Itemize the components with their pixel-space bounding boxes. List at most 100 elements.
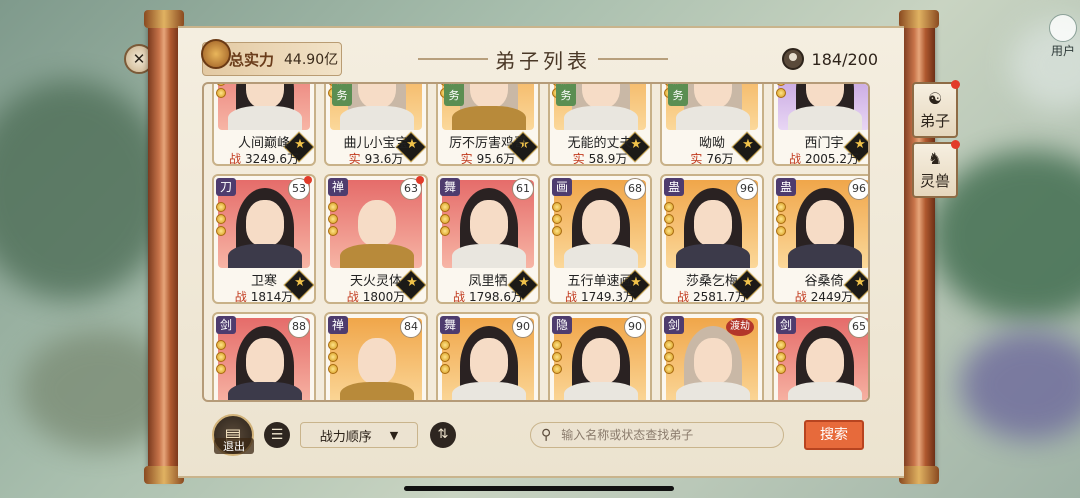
realm-pill-icon bbox=[776, 214, 786, 224]
disciple-count-value: 184/200 bbox=[811, 49, 878, 69]
disciple-count: 184/200 bbox=[781, 48, 878, 70]
disciple-stat: 实 95.6万 bbox=[438, 150, 538, 166]
tab-disciples-label: 弟子 bbox=[919, 112, 950, 130]
disciple-card[interactable]: 舞 61 凤里牺战 1798.6万 bbox=[436, 174, 540, 304]
disciple-card[interactable]: 蛊 96 莎桑乞梅战 2581.7万 bbox=[660, 174, 764, 304]
disciple-card[interactable]: 隐 90 bbox=[548, 312, 652, 400]
disciple-card[interactable]: 画 68 五行单速画战 1749.3万 bbox=[548, 174, 652, 304]
disciple-card[interactable]: 舞 90 bbox=[436, 312, 540, 400]
realm-pill-icon bbox=[440, 340, 450, 350]
realm-pills bbox=[328, 202, 338, 236]
realm-pill-icon bbox=[552, 364, 562, 374]
disciple-card[interactable]: 刀53卫寒战1814万 bbox=[212, 174, 316, 304]
tab-disciples[interactable]: ☯ 弟子 bbox=[912, 80, 960, 138]
portrait-face bbox=[358, 200, 396, 246]
realm-pills bbox=[552, 340, 562, 374]
sect-tag: 剑 bbox=[216, 316, 236, 334]
stat-value: 76万 bbox=[706, 152, 734, 166]
portrait-face bbox=[582, 338, 620, 384]
sort-select-label: 战力顺序 bbox=[319, 429, 372, 445]
realm-pills bbox=[440, 202, 450, 236]
realm-pill-icon bbox=[328, 352, 338, 362]
realm-pill-icon bbox=[552, 340, 562, 350]
disciple-card[interactable]: 禅63天火灵体战1800万 bbox=[324, 174, 428, 304]
level-badge: 68 bbox=[624, 178, 646, 200]
realm-pill-icon bbox=[664, 214, 674, 224]
realm-pill-icon bbox=[664, 226, 674, 236]
user-icon bbox=[1049, 14, 1077, 42]
sect-tag: 禅 bbox=[328, 316, 348, 334]
disciple-card[interactable]: 剑 渡劫 bbox=[660, 312, 764, 400]
level-badge: 88 bbox=[288, 316, 310, 338]
realm-pill-icon bbox=[776, 364, 786, 374]
scroll-rod-left bbox=[144, 10, 184, 484]
panel-header: 总实力 44.90亿 弟子列表 184/200 bbox=[178, 28, 904, 82]
disciple-name: 谷桑倚 bbox=[804, 274, 844, 289]
search-input[interactable] bbox=[561, 428, 783, 442]
disciple-grid-viewport[interactable]: 舞91人间巅峰战3249.6万禅100庶务胶动曲儿小宝宝实93.6万隐100庶务… bbox=[202, 82, 870, 402]
disciple-card[interactable]: 符85西门宇战2005.2万 bbox=[772, 84, 868, 166]
total-power-value: 44.90亿 bbox=[284, 52, 339, 68]
portrait-body bbox=[340, 244, 414, 268]
disciple-card[interactable]: 隐91庶务呦呦实76万 bbox=[660, 84, 764, 166]
realm-pill-icon bbox=[440, 226, 450, 236]
disciple-card[interactable]: 剑 65 bbox=[772, 312, 868, 400]
portrait-face bbox=[470, 338, 508, 384]
realm-pill-icon bbox=[216, 226, 226, 236]
level-badge: 90 bbox=[624, 316, 646, 338]
disciple-card[interactable]: 禅 84 bbox=[324, 312, 428, 400]
stat-label: 战 bbox=[228, 152, 241, 166]
stat-label: 实 bbox=[572, 152, 585, 166]
realm-pill-icon bbox=[440, 364, 450, 374]
sort-select[interactable]: 战力顺序 ▼ bbox=[300, 422, 418, 448]
page-title: 弟子列表 bbox=[495, 48, 591, 73]
realm-pill-icon bbox=[216, 84, 226, 86]
search-button[interactable]: 搜索 bbox=[804, 420, 864, 450]
disciple-card[interactable]: 禅100庶务胶动曲儿小宝宝实93.6万 bbox=[324, 84, 428, 166]
portrait-face bbox=[806, 200, 844, 246]
realm-pills bbox=[776, 202, 786, 236]
realm-pill-icon bbox=[440, 202, 450, 212]
disciple-name: 人间巅峰 bbox=[237, 136, 290, 151]
role-tag: 庶务 bbox=[332, 84, 352, 106]
portrait-body bbox=[452, 106, 526, 130]
level-badge: 65 bbox=[848, 316, 868, 338]
realm-pill-icon bbox=[552, 226, 562, 236]
disciple-card[interactable]: 舞91人间巅峰战3249.6万 bbox=[212, 84, 316, 166]
sect-tag: 隐 bbox=[552, 316, 572, 334]
disciple-card[interactable]: 剑 88 bbox=[212, 312, 316, 400]
user-center-button[interactable]: 用户 bbox=[1046, 14, 1080, 64]
home-indicator[interactable] bbox=[404, 486, 674, 491]
user-center-label: 用户 bbox=[1050, 44, 1075, 58]
tab-spirit-beasts[interactable]: ♞ 灵兽 bbox=[912, 140, 960, 198]
sect-tag: 剑 bbox=[664, 316, 684, 334]
filter-list-icon[interactable]: ☰ bbox=[264, 422, 290, 448]
disciple-name: 卫寒 bbox=[250, 274, 277, 289]
realm-pill-icon bbox=[552, 352, 562, 362]
background-scenery bbox=[960, 330, 1080, 440]
disciple-stat: 实 76万 bbox=[662, 150, 762, 166]
disciple-stat: 战 1798.6万 bbox=[438, 288, 538, 302]
sect-tag: 蛊 bbox=[776, 178, 796, 196]
disciple-name: 无能的丈夫 bbox=[567, 136, 633, 151]
disciple-grid: 舞91人间巅峰战3249.6万禅100庶务胶动曲儿小宝宝实93.6万隐100庶务… bbox=[212, 84, 868, 400]
realm-pill-icon bbox=[776, 340, 786, 350]
search-box[interactable]: ⚲ bbox=[530, 422, 784, 448]
realm-pills bbox=[328, 340, 338, 374]
disciple-card[interactable]: 舞91庶务无能的丈夫实58.9万 bbox=[548, 84, 652, 166]
stat-value: 1814万 bbox=[250, 290, 294, 304]
portrait-body bbox=[564, 106, 638, 130]
disciple-stat: 战 1800万 bbox=[326, 288, 426, 302]
total-power-badge: 总实力 44.90亿 bbox=[201, 39, 342, 76]
portrait-face bbox=[806, 338, 844, 384]
exit-button-label[interactable]: 退出 bbox=[214, 438, 254, 454]
realm-pill-icon bbox=[776, 352, 786, 362]
disciple-name: 天火灵体 bbox=[349, 274, 402, 289]
realm-pill-icon bbox=[664, 340, 674, 350]
sort-order-toggle-icon[interactable]: ⇅ bbox=[430, 422, 456, 448]
stat-value: 95.6万 bbox=[476, 152, 516, 166]
realm-pill-icon bbox=[776, 88, 786, 98]
disciple-card[interactable]: 蛊 96 谷桑倚战2449万 bbox=[772, 174, 868, 304]
disciple-card[interactable]: 隐100庶务厉不厉害鸡哥实95.6万 bbox=[436, 84, 540, 166]
realm-pills bbox=[664, 202, 674, 236]
